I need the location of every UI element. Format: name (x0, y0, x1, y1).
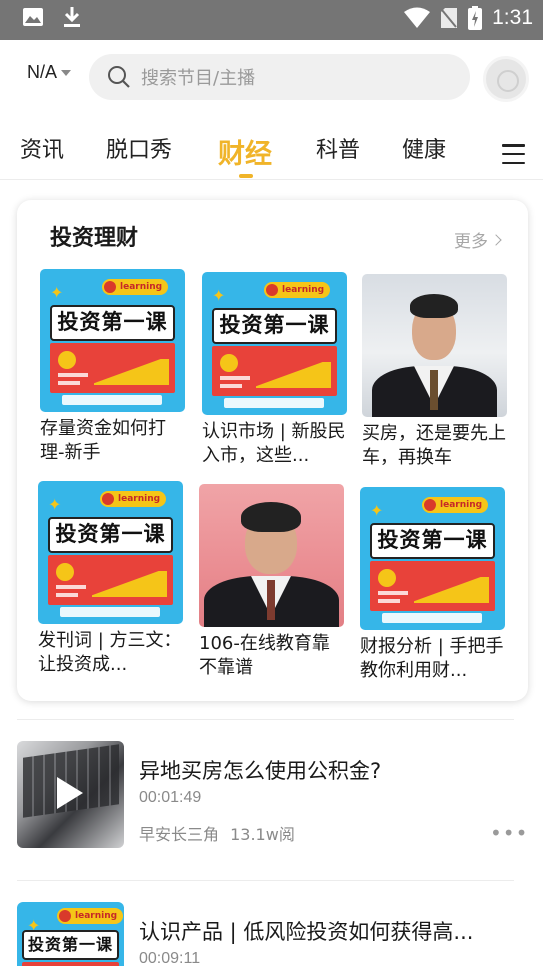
episode-title: 异地买房怎么使用公积金? (139, 759, 382, 783)
tab-health[interactable]: 健康 (402, 132, 446, 164)
category-tabs: 资讯 脱口秀 财经 科普 健康 (0, 120, 543, 180)
episode-thumbnail (17, 741, 124, 848)
region-label: N/A (27, 62, 58, 82)
list-divider (17, 719, 514, 720)
episode-duration: 00:01:49 (139, 789, 202, 806)
program-tile[interactable]: 106-在线教育靠不靠谱 (199, 484, 344, 680)
investment-section-card: 投资理财 更多 ✦ learning 投资第一课 存量资金如何打理-新手 ✦ l… (17, 200, 528, 701)
tab-science[interactable]: 科普 (316, 132, 360, 164)
episode-duration: 00:09:11 (139, 950, 201, 966)
tab-finance[interactable]: 财经 (218, 132, 272, 171)
episode-thumbnail: ✦ learning 投资第一课 (17, 902, 124, 966)
speaker-photo (362, 274, 507, 417)
search-icon (108, 66, 130, 88)
program-tile[interactable]: 买房，还是要先上车，再换车 (362, 274, 507, 470)
search-input[interactable]: 搜索节目/主播 (89, 54, 470, 100)
section-title: 投资理财 (50, 226, 139, 251)
tile-title: 买房，还是要先上车，再换车 (362, 423, 506, 468)
active-tab-indicator (239, 174, 253, 178)
list-item[interactable]: ✦ learning 投资第一课 认识产品 | 低风险投资如何获得高... 00… (17, 902, 527, 966)
list-divider (17, 880, 514, 881)
program-tile[interactable]: ✦ learning 投资第一课 存量资金如何打理-新手 (40, 269, 185, 465)
status-clock: 1:31 (492, 6, 533, 29)
tile-title: 认识市场 | 新股民入市，这些... (202, 421, 346, 466)
episode-title: 认识产品 | 低风险投资如何获得高... (139, 920, 474, 944)
image-notification-icon (23, 8, 43, 26)
region-selector[interactable]: N/A (27, 62, 72, 83)
course-cover-image: ✦ learning 投资第一课 (38, 481, 183, 624)
program-tile[interactable]: ✦ learning 投资第一课 财报分析 | 手把手教你利用财... (360, 487, 505, 683)
play-icon (57, 777, 83, 809)
more-label: 更多 (454, 232, 488, 252)
speaker-photo (199, 484, 344, 627)
episode-meta: 早安长三角 13.1w阅 (139, 821, 295, 845)
more-link[interactable]: 更多 (454, 227, 502, 252)
tile-title: 财报分析 | 手把手教你利用财... (360, 636, 504, 681)
course-cover-image: ✦ learning 投资第一课 (40, 269, 185, 412)
chevron-right-icon (490, 233, 502, 246)
course-cover-image: ✦ learning 投资第一课 (360, 487, 505, 630)
tile-title: 106-在线教育靠不靠谱 (199, 633, 330, 678)
no-sim-icon (441, 8, 458, 28)
program-tile[interactable]: ✦ learning 投资第一课 认识市场 | 新股民入市，这些... (202, 272, 347, 468)
status-bar: 1:31 (0, 0, 543, 40)
wifi-icon (404, 7, 431, 28)
list-item[interactable]: 异地买房怎么使用公积金? 00:01:49 早安长三角 13.1w阅 ••• (17, 741, 527, 851)
caret-down-icon (61, 69, 72, 76)
top-header: N/A 搜索节目/主播 (0, 40, 543, 114)
tab-news[interactable]: 资讯 (20, 132, 64, 164)
tile-title: 存量资金如何打理-新手 (40, 418, 166, 463)
user-avatar[interactable] (483, 56, 529, 102)
tab-talk-show[interactable]: 脱口秀 (106, 132, 172, 164)
menu-icon[interactable] (502, 144, 525, 164)
program-tile[interactable]: ✦ learning 投资第一课 发刊词 | 方三文：让投资成... (38, 481, 183, 677)
course-cover-image: ✦ learning 投资第一课 (202, 272, 347, 415)
episode-author: 早安长三角 (139, 825, 220, 844)
app-screen: 1:31 N/A 搜索节目/主播 资讯 脱口秀 财经 科普 健康 投资理财 更多 (0, 0, 543, 966)
tile-title: 发刊词 | 方三文：让投资成... (38, 630, 182, 675)
download-icon (64, 7, 80, 27)
battery-charging-icon (468, 6, 483, 30)
more-options-icon[interactable]: ••• (490, 821, 528, 845)
episode-views: 13.1w阅 (230, 825, 295, 844)
search-placeholder: 搜索节目/主播 (141, 68, 256, 89)
